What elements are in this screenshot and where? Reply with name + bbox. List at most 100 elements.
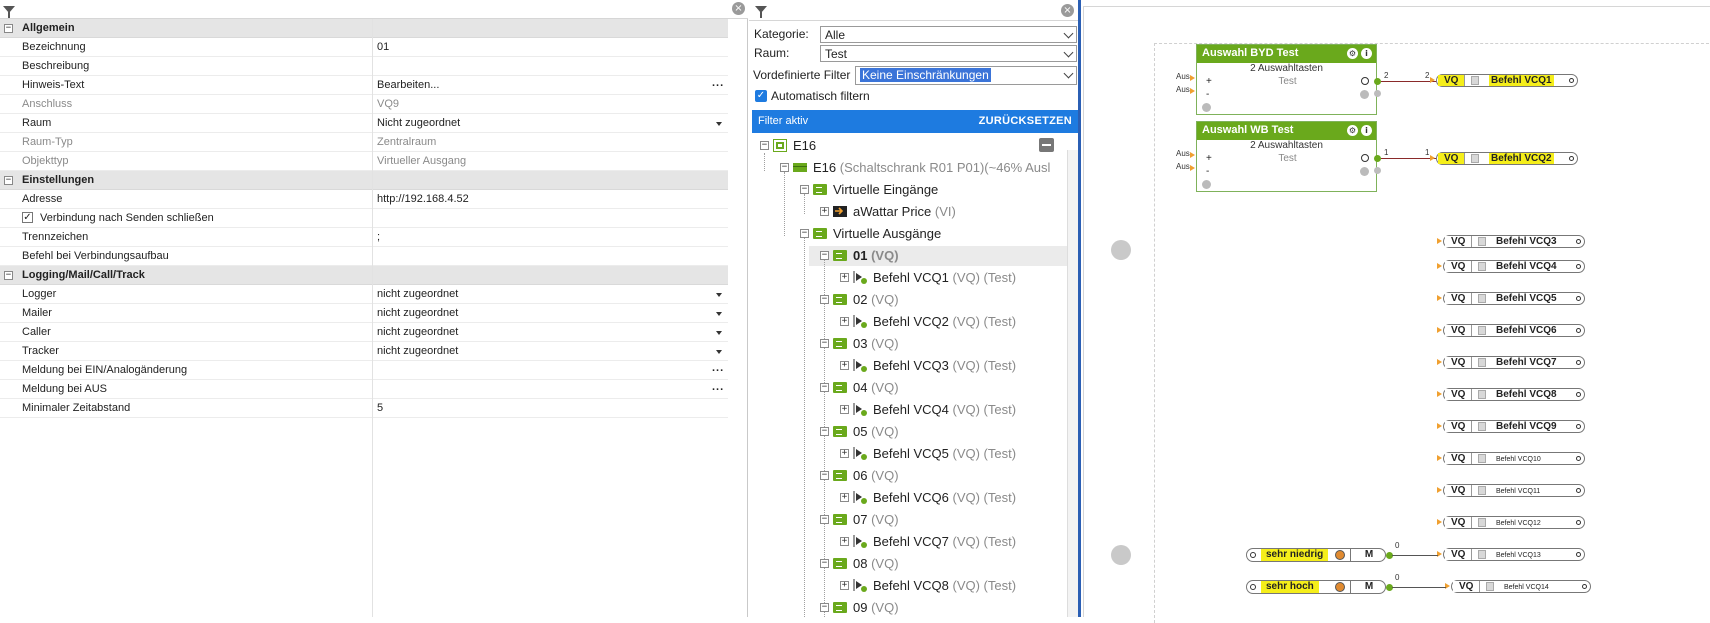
info-icon[interactable]: i bbox=[1361, 48, 1372, 59]
vq-input-pin[interactable] bbox=[1437, 551, 1442, 557]
selection-block[interactable]: Auswahl BYD Test ⚙ i 2 Auswahltasten + Test - bbox=[1196, 44, 1377, 115]
property-row[interactable]: Objekttyp Virtueller Ausgang bbox=[0, 152, 728, 171]
tree-node-root[interactable]: E16 bbox=[773, 136, 816, 156]
input-pin[interactable] bbox=[1190, 152, 1195, 158]
tree-toggle[interactable]: − bbox=[800, 229, 809, 238]
tree-toggle[interactable]: − bbox=[800, 185, 809, 194]
tree-node-virtual-outputs[interactable]: Virtuelle Ausgänge bbox=[813, 224, 941, 244]
property-value[interactable]: http://192.168.4.52 bbox=[377, 193, 469, 205]
tree-node-output[interactable]: 03 (VQ) bbox=[833, 334, 899, 354]
canvas-area[interactable] bbox=[1083, 6, 1710, 623]
tree-toggle[interactable]: − bbox=[820, 427, 829, 436]
ellipsis-button[interactable]: ... bbox=[712, 77, 724, 89]
property-row[interactable]: Tracker nicht zugeordnet bbox=[0, 342, 728, 361]
vq-input-pin[interactable] bbox=[1430, 77, 1435, 83]
close-icon[interactable]: × bbox=[1061, 4, 1074, 17]
tree-node-command[interactable]: Befehl VCQ2 (VQ) (Test) bbox=[853, 312, 1016, 332]
tree-node-command[interactable]: Befehl VCQ8 (VQ) (Test) bbox=[853, 576, 1016, 596]
kategorie-select[interactable]: Alle bbox=[820, 26, 1077, 43]
tree-node-output[interactable]: 02 (VQ) bbox=[833, 290, 899, 310]
input-block[interactable]: sehr niedrig M bbox=[1246, 548, 1386, 562]
property-value[interactable]: ; bbox=[377, 231, 380, 243]
output-pin[interactable] bbox=[1374, 90, 1381, 97]
vq-block[interactable]: VQ Befehl VCQ5 bbox=[1443, 292, 1585, 305]
tree-node-command[interactable]: Befehl VCQ6 (VQ) (Test) bbox=[853, 488, 1016, 508]
collapse-icon[interactable]: − bbox=[4, 24, 13, 33]
block-header[interactable]: Auswahl WB Test ⚙ i bbox=[1197, 122, 1376, 140]
tree-scrollbar[interactable] bbox=[1067, 150, 1078, 617]
column-divider[interactable] bbox=[372, 19, 373, 617]
gear-icon[interactable]: ⚙ bbox=[1347, 48, 1358, 59]
vq-block[interactable]: VQ Befehl VCQ6 bbox=[1443, 324, 1585, 337]
vq-block[interactable]: VQ Befehl VCQ2 bbox=[1436, 152, 1578, 165]
tree-node-virtual-inputs[interactable]: Virtuelle Eingänge bbox=[813, 180, 938, 200]
property-row[interactable]: Meldung bei AUS... bbox=[0, 380, 728, 399]
add-icon[interactable] bbox=[1360, 90, 1369, 99]
vq-input-pin[interactable] bbox=[1437, 519, 1442, 525]
property-row[interactable]: Adresse http://192.168.4.52 bbox=[0, 190, 728, 209]
vq-input-pin[interactable] bbox=[1437, 455, 1442, 461]
tree-toggle[interactable]: − bbox=[820, 251, 829, 260]
property-row[interactable]: Raum Nicht zugeordnet bbox=[0, 114, 728, 133]
tree-node-command[interactable]: Befehl VCQ1 (VQ) (Test) bbox=[853, 268, 1016, 288]
vq-input-pin[interactable] bbox=[1437, 238, 1442, 244]
vq-input-pin[interactable] bbox=[1430, 155, 1435, 161]
filter-icon[interactable] bbox=[3, 6, 15, 18]
vq-input-pin[interactable] bbox=[1437, 327, 1442, 333]
connection-wire[interactable] bbox=[1392, 555, 1438, 556]
tree-toggle[interactable]: + bbox=[840, 493, 849, 502]
tree-toggle[interactable]: − bbox=[820, 559, 829, 568]
connection-wire[interactable] bbox=[1392, 587, 1446, 588]
property-row[interactable]: Logger nicht zugeordnet bbox=[0, 285, 728, 304]
gear-icon[interactable]: ⚙ bbox=[1347, 125, 1358, 136]
collapse-icon[interactable]: − bbox=[4, 271, 13, 280]
tree-node-output[interactable]: 04 (VQ) bbox=[833, 378, 899, 398]
tree-toggle[interactable]: + bbox=[840, 537, 849, 546]
tree-node-command[interactable]: Befehl VCQ4 (VQ) (Test) bbox=[853, 400, 1016, 420]
property-value[interactable]: nicht zugeordnet bbox=[377, 345, 458, 357]
reset-filter-button[interactable]: ZURÜCKSETZEN bbox=[979, 115, 1072, 127]
tree-node-output[interactable]: 07 (VQ) bbox=[833, 510, 899, 530]
property-value[interactable]: nicht zugeordnet bbox=[377, 307, 458, 319]
raum-select[interactable]: Test bbox=[820, 45, 1077, 62]
tree-toggle[interactable]: + bbox=[840, 361, 849, 370]
checkbox[interactable]: ✓ bbox=[22, 212, 33, 223]
property-row[interactable]: Trennzeichen; bbox=[0, 228, 728, 247]
tree-node-output[interactable]: 09 (VQ) bbox=[833, 598, 899, 618]
tree-toggle[interactable]: + bbox=[840, 581, 849, 590]
collapse-icon[interactable]: − bbox=[4, 176, 13, 185]
output-pin[interactable] bbox=[1374, 167, 1381, 174]
vq-input-pin[interactable] bbox=[1445, 583, 1450, 589]
input-pin[interactable] bbox=[1190, 165, 1195, 171]
tree-toggle[interactable]: + bbox=[840, 449, 849, 458]
tree-toggle[interactable]: + bbox=[820, 207, 829, 216]
tree-toggle[interactable]: − bbox=[780, 163, 789, 172]
vq-block[interactable]: VQ Befehl VCQ1 bbox=[1436, 74, 1578, 87]
tree-toggle[interactable]: + bbox=[840, 273, 849, 282]
vordefinierte-filter-select[interactable]: Keine Einschränkungen bbox=[855, 66, 1077, 85]
add-icon[interactable] bbox=[1202, 180, 1211, 189]
property-row[interactable]: Anschluss VQ9 bbox=[0, 95, 728, 114]
property-section[interactable]: − Allgemein bbox=[0, 19, 728, 38]
logic-canvas[interactable]: Auswahl BYD Test ⚙ i 2 Auswahltasten + Test - A… bbox=[1078, 0, 1710, 623]
property-value[interactable]: nicht zugeordnet bbox=[377, 326, 458, 338]
vq-block[interactable]: VQ Befehl VCQ14 bbox=[1451, 580, 1591, 593]
property-value[interactable]: 5 bbox=[377, 402, 383, 414]
tree-toggle[interactable]: + bbox=[840, 405, 849, 414]
tree-toggle[interactable]: − bbox=[820, 515, 829, 524]
close-icon[interactable]: × bbox=[732, 2, 745, 15]
tree-node-awattar[interactable]: aWattar Price (VI) bbox=[833, 202, 956, 222]
vq-input-pin[interactable] bbox=[1437, 295, 1442, 301]
tree-toggle[interactable]: − bbox=[820, 339, 829, 348]
vq-input-pin[interactable] bbox=[1437, 391, 1442, 397]
vq-block[interactable]: VQ Befehl VCQ12 bbox=[1443, 516, 1585, 529]
property-value[interactable]: Bearbeiten... bbox=[377, 79, 439, 91]
property-row[interactable]: Beschreibung bbox=[0, 57, 728, 76]
vq-block[interactable]: VQ Befehl VCQ13 bbox=[1443, 548, 1585, 561]
vq-input-pin[interactable] bbox=[1437, 359, 1442, 365]
tree-toggle[interactable]: − bbox=[820, 603, 829, 612]
dropdown-arrow-icon[interactable] bbox=[716, 293, 722, 297]
property-row[interactable]: Befehl bei Verbindungsaufbau bbox=[0, 247, 728, 266]
property-row[interactable]: Caller nicht zugeordnet bbox=[0, 323, 728, 342]
tree-node-output[interactable]: 05 (VQ) bbox=[833, 422, 899, 442]
